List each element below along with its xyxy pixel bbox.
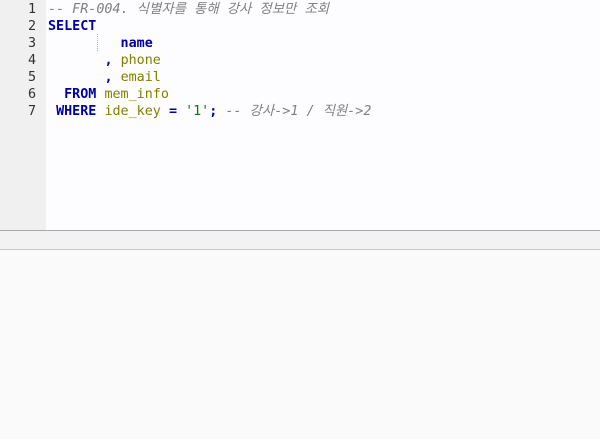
code-token: FROM	[64, 87, 105, 102]
code-token: WHERE	[56, 104, 105, 119]
line-number: 3	[27, 36, 36, 51]
code-line[interactable]: 4 , phone	[0, 52, 600, 69]
code-token: name	[112, 36, 153, 51]
line-number: 7	[27, 104, 36, 119]
code-text: SELECT	[48, 18, 96, 35]
indent-guide	[97, 34, 98, 51]
code-token: ;	[209, 104, 226, 119]
line-number: 1	[27, 2, 36, 17]
code-token: '1'	[185, 104, 210, 119]
code-text: -- FR-004. 식별자를 통해 강사 정보만 조회	[48, 1, 329, 18]
code-line[interactable]: 6 FROM mem_info	[0, 86, 600, 103]
code-token: -- 강사->1 / 직원->2	[225, 104, 372, 119]
code-line[interactable]: 1 -- FR-004. 식별자를 통해 강사 정보만 조회	[0, 1, 600, 18]
code-token: phone	[120, 53, 161, 68]
code-line[interactable]: 2 SELECT	[0, 18, 600, 35]
results-panel	[0, 250, 600, 439]
code-line[interactable]: 5 , email	[0, 69, 600, 86]
code-token: mem_info	[104, 87, 169, 102]
code-text: name	[48, 35, 153, 52]
line-number: 4	[27, 53, 36, 68]
code-token: ,	[104, 53, 121, 68]
code-token: -- FR-004. 식별자를 통해 강사 정보만 조회	[48, 2, 330, 17]
code-token: SELECT	[48, 19, 97, 34]
code-line[interactable]: 7 WHERE ide_key = '1'; -- 강사->1 / 직원->2	[0, 103, 600, 120]
code-text: , phone	[48, 52, 161, 69]
code-token: ,	[104, 70, 121, 85]
code-text: , email	[48, 69, 161, 86]
code-line[interactable]: 3 name	[0, 35, 600, 52]
code-token: email	[120, 70, 161, 85]
code-token: =	[168, 104, 186, 119]
code-text: FROM mem_info	[48, 86, 169, 103]
code-token: ide_key	[104, 104, 169, 119]
line-number: 2	[27, 19, 36, 34]
pane-splitter[interactable]	[0, 230, 600, 250]
line-number: 6	[27, 87, 36, 102]
sql-editor[interactable]: 1 -- FR-004. 식별자를 통해 강사 정보만 조회 2 SELECT 3 na…	[0, 0, 600, 230]
line-number: 5	[27, 70, 36, 85]
code-text: WHERE ide_key = '1'; -- 강사->1 / 직원->2	[48, 103, 371, 120]
